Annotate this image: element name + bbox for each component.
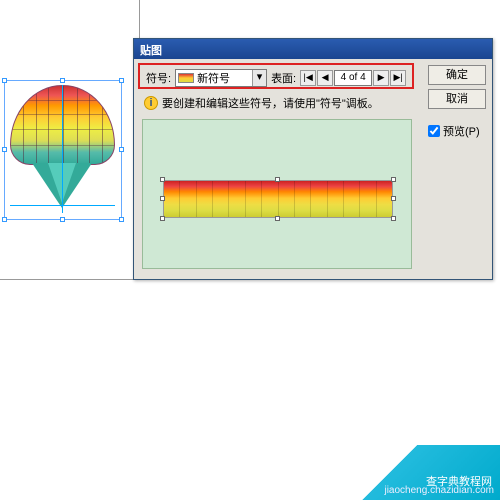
strip-handle[interactable] <box>275 177 280 182</box>
strip-handle[interactable] <box>160 216 165 221</box>
dialog-title[interactable]: 贴图 <box>134 39 492 59</box>
handle-e[interactable] <box>119 147 124 152</box>
surface-preview[interactable] <box>142 119 412 269</box>
handle-se[interactable] <box>119 217 124 222</box>
mapped-symbol-strip[interactable] <box>163 180 393 218</box>
watermark: 查字典教程网 jiaocheng.chazidian.com <box>325 445 500 500</box>
symbol-value: 新符号 <box>197 70 230 86</box>
strip-handle[interactable] <box>160 177 165 182</box>
info-icon: i <box>144 96 158 110</box>
handle-n[interactable] <box>60 78 65 83</box>
handle-s[interactable] <box>60 217 65 222</box>
preview-checkbox[interactable] <box>428 125 440 137</box>
watermark-url: jiaocheng.chazidian.com <box>384 485 494 496</box>
strip-handle[interactable] <box>160 196 165 201</box>
ok-button[interactable]: 确定 <box>428 65 486 85</box>
cancel-button[interactable]: 取消 <box>428 89 486 109</box>
selection-bounds[interactable] <box>4 80 122 220</box>
handle-sw[interactable] <box>2 217 7 222</box>
map-art-dialog: 贴图 符号: 新符号 ▾ 表面: |◀ ◀ 4 of 4 ▶ ▶| i 要创建和… <box>133 38 493 280</box>
symbol-swatch-icon <box>178 73 194 83</box>
strip-handle[interactable] <box>391 196 396 201</box>
handle-w[interactable] <box>2 147 7 152</box>
handle-nw[interactable] <box>2 78 7 83</box>
strip-handle[interactable] <box>391 216 396 221</box>
symbol-dropdown[interactable]: 新符号 ▾ <box>175 69 267 87</box>
info-text: 要创建和编辑这些符号，请使用"符号"调板。 <box>162 95 379 111</box>
handle-ne[interactable] <box>119 78 124 83</box>
strip-handle[interactable] <box>275 216 280 221</box>
preview-checkbox-row[interactable]: 预览(P) <box>428 123 486 139</box>
strip-handle[interactable] <box>391 177 396 182</box>
preview-label: 预览(P) <box>443 123 480 139</box>
chevron-down-icon[interactable]: ▾ <box>252 70 266 86</box>
artboard <box>0 0 140 280</box>
